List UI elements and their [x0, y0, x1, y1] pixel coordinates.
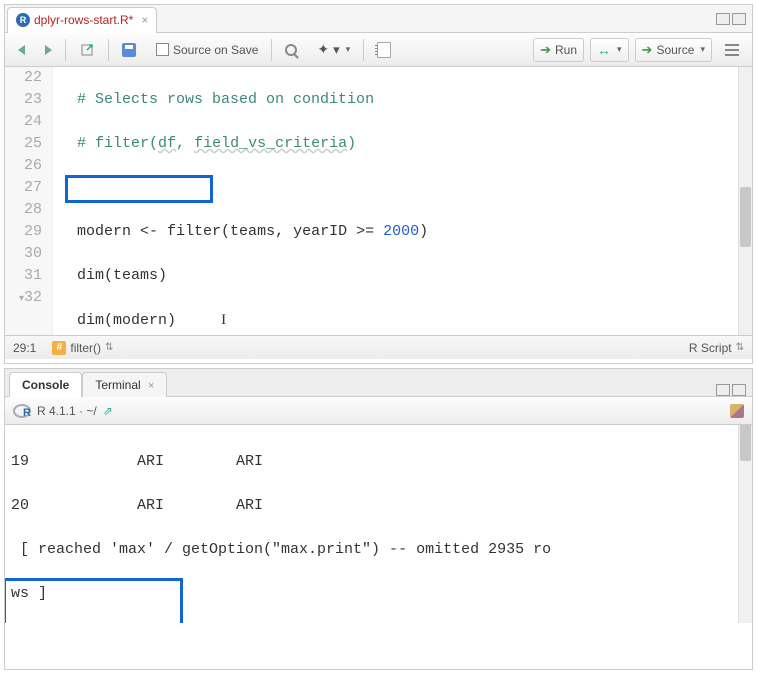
popout-icon[interactable]: ⇗: [103, 404, 113, 418]
rerun-button[interactable]: ↔▾: [590, 38, 629, 62]
code-area[interactable]: # Selects rows based on condition # filt…: [53, 67, 752, 335]
compile-report-button[interactable]: [370, 38, 398, 62]
broom-icon[interactable]: [730, 404, 744, 418]
highlight-annotation: [5, 578, 183, 623]
outline-button[interactable]: [718, 38, 746, 62]
run-arrow-icon: ➔: [540, 42, 551, 58]
code-editor[interactable]: 22 23 24 25 26 27 28 29 30 31 ▾32 # Sele…: [5, 67, 752, 335]
wand-icon: ✦: [317, 41, 329, 58]
console-output[interactable]: 19 ARI ARI 20 ARI ARI [ reached 'max' / …: [5, 425, 752, 623]
tab-console[interactable]: Console: [9, 372, 82, 397]
save-icon: [122, 43, 136, 57]
checkbox-icon: [156, 43, 169, 56]
r-file-icon: R: [16, 13, 30, 27]
console-pane: Console Terminal × R 4.1.1 · ~/ ⇗ 19 ARI…: [4, 368, 753, 670]
source-button[interactable]: ➔ Source ▾: [635, 38, 712, 62]
close-icon[interactable]: ×: [148, 380, 154, 392]
source-on-save-label: Source on Save: [173, 43, 258, 57]
maximize-pane-icon[interactable]: [732, 384, 746, 396]
editor-pane: R dplyr-rows-start.R* × Source on Save ✦…: [4, 4, 753, 364]
close-icon[interactable]: ×: [141, 13, 148, 27]
file-tab[interactable]: R dplyr-rows-start.R* ×: [7, 7, 157, 33]
maximize-pane-icon[interactable]: [732, 13, 746, 25]
run-label: Run: [555, 43, 577, 57]
source-arrow-icon: ➔: [642, 42, 653, 58]
run-button[interactable]: ➔ Run: [533, 38, 584, 62]
fold-icon[interactable]: ▾: [14, 289, 24, 311]
outline-icon: [725, 44, 739, 56]
search-icon: [285, 44, 297, 56]
r-logo-icon: [13, 404, 31, 418]
r-version-label: R 4.1.1 · ~/: [37, 404, 97, 418]
arrow-right-icon: [45, 45, 52, 55]
cursor-position: 29:1: [13, 341, 36, 355]
popout-icon: [79, 42, 95, 58]
editor-tab-bar: R dplyr-rows-start.R* ×: [5, 5, 752, 33]
minimize-pane-icon[interactable]: [716, 384, 730, 396]
tab-terminal[interactable]: Terminal ×: [82, 372, 167, 397]
console-tab-bar: Console Terminal ×: [5, 369, 752, 397]
forward-button[interactable]: [38, 38, 59, 62]
console-toolbar: R 4.1.1 · ~/ ⇗: [5, 397, 752, 425]
notebook-icon: [377, 42, 391, 58]
editor-scrollbar[interactable]: [738, 67, 752, 335]
highlight-annotation: [65, 175, 213, 203]
arrow-left-icon: [18, 45, 25, 55]
window-controls: [716, 13, 746, 25]
window-controls: [716, 384, 746, 396]
console-scrollbar[interactable]: [738, 425, 752, 623]
find-button[interactable]: [278, 38, 304, 62]
show-in-new-window-button[interactable]: [72, 38, 102, 62]
rerun-icon: ↔: [597, 42, 611, 58]
line-gutter: 22 23 24 25 26 27 28 29 30 31 ▾32: [5, 67, 53, 335]
minimize-pane-icon[interactable]: [716, 13, 730, 25]
editor-toolbar: Source on Save ✦▾▾ ➔ Run ↔▾ ➔ Source ▾: [5, 33, 752, 67]
file-name: dplyr-rows-start.R*: [34, 13, 133, 27]
source-on-save-toggle[interactable]: Source on Save: [149, 38, 265, 62]
back-button[interactable]: [11, 38, 32, 62]
code-tools-button[interactable]: ✦▾▾: [310, 38, 357, 62]
source-label: Source: [656, 43, 694, 57]
save-button[interactable]: [115, 38, 143, 62]
